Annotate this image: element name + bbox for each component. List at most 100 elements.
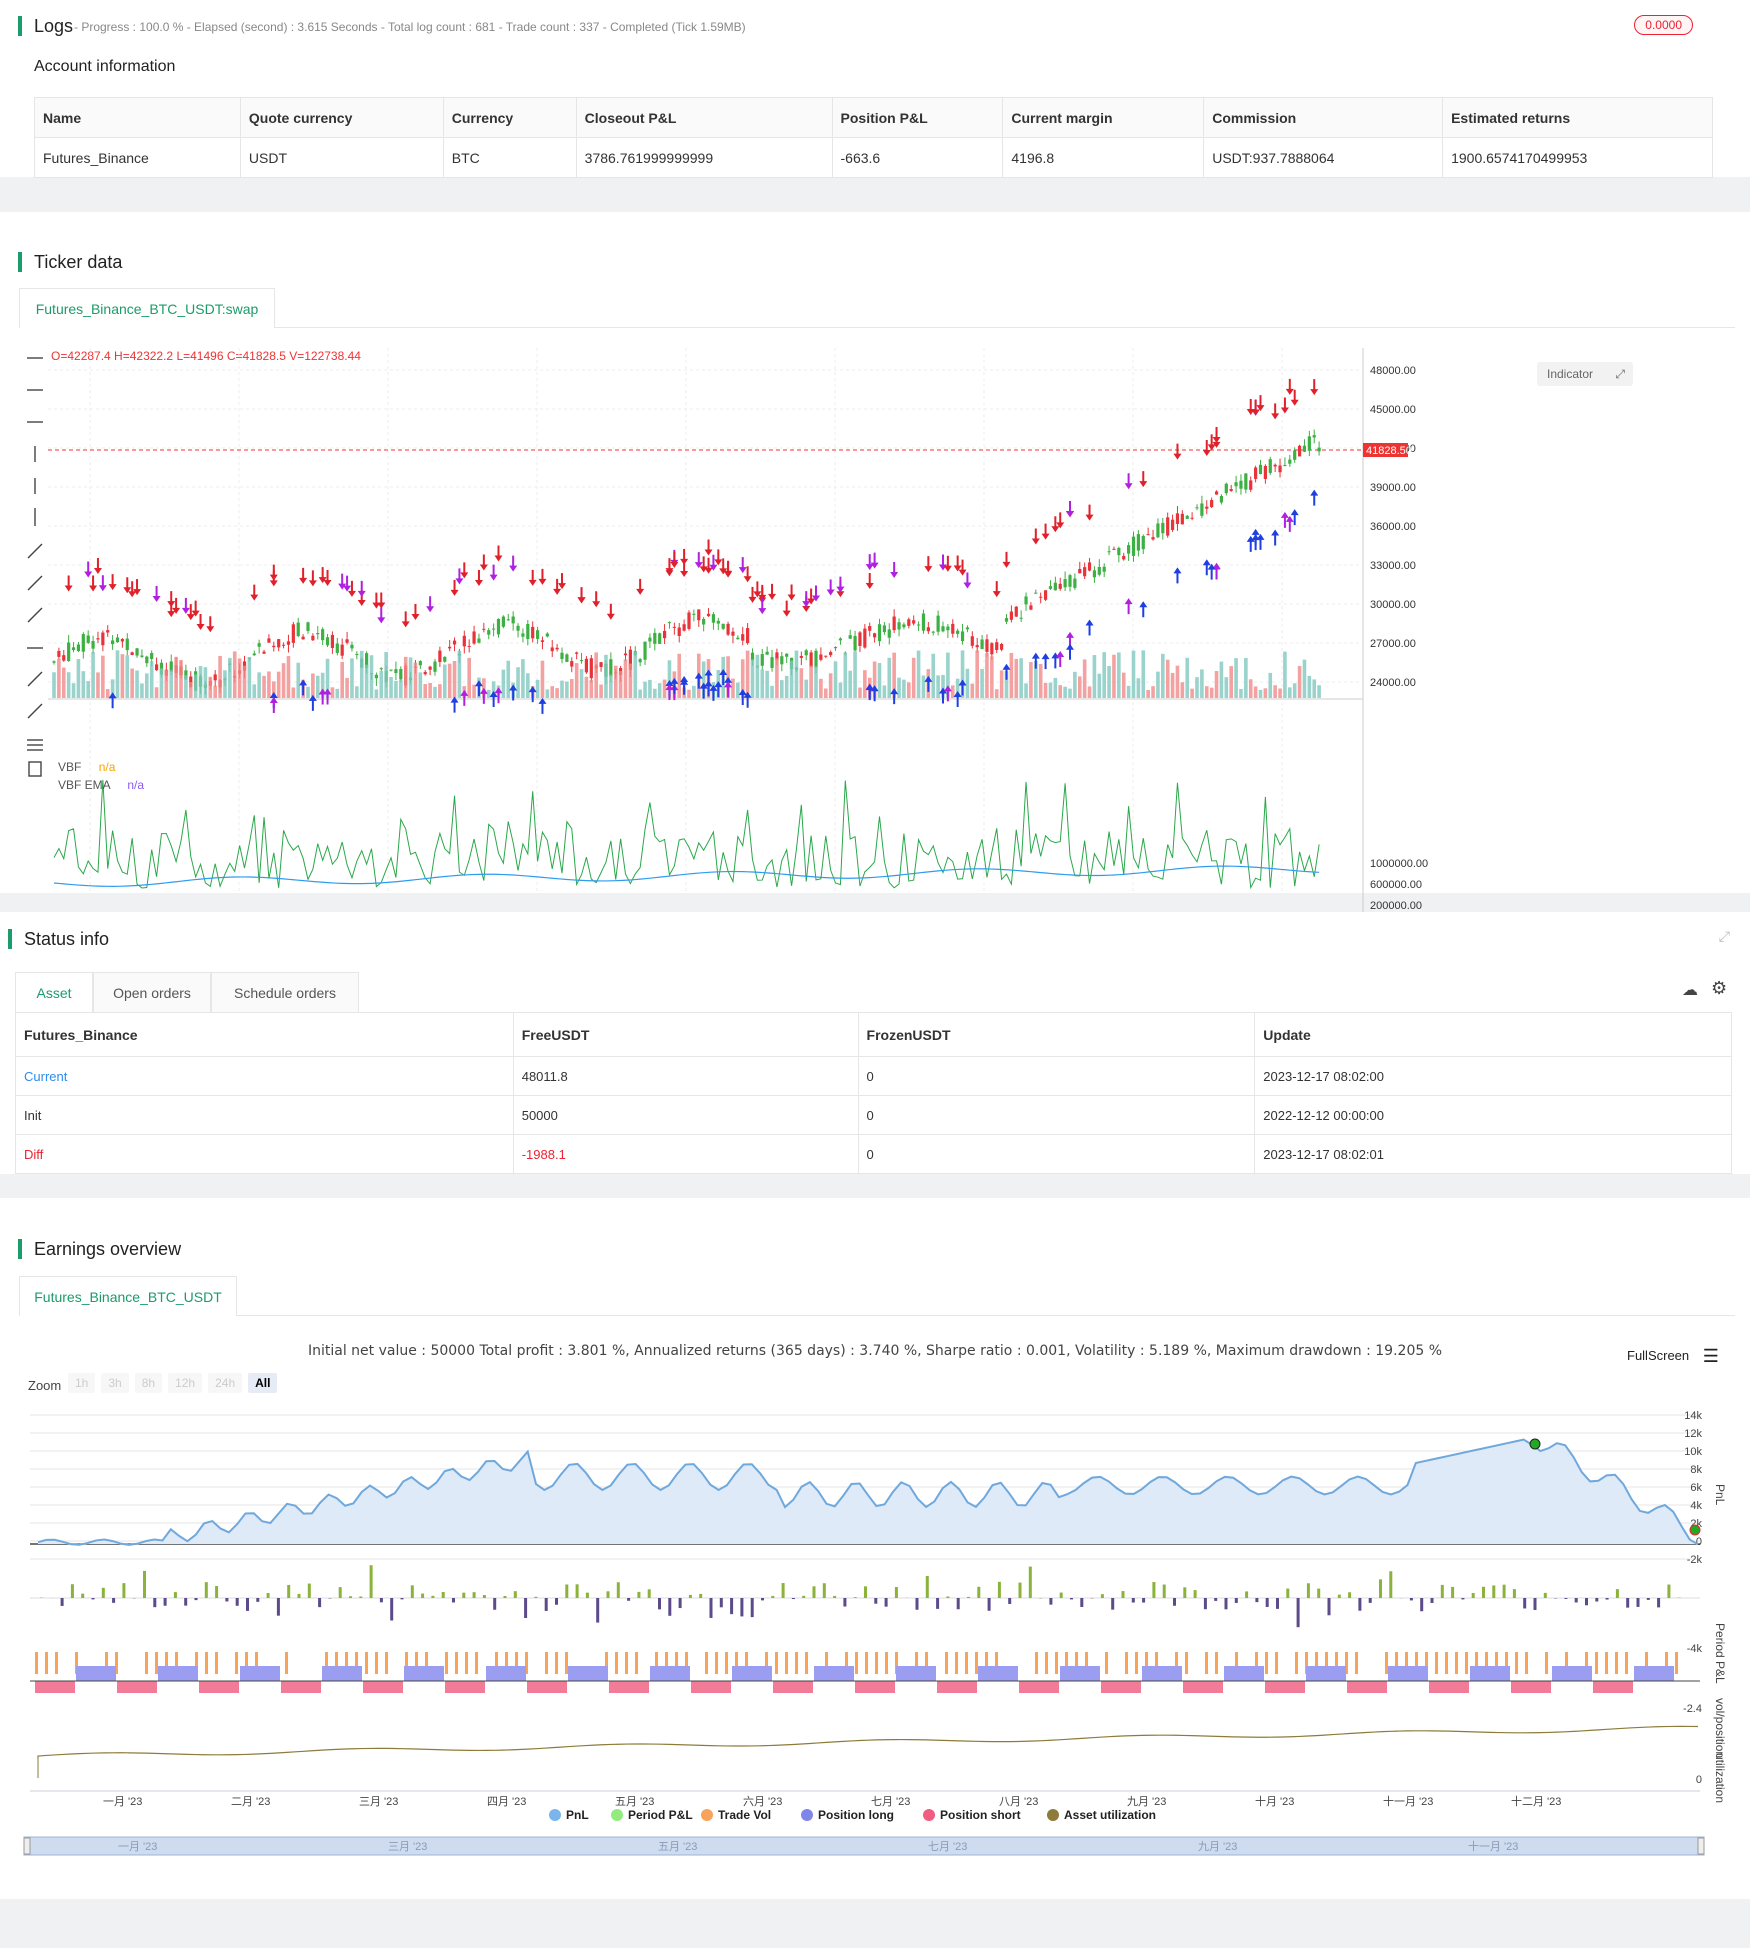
asset-header-cell: FreeUSDT [513,1013,858,1057]
max-marker [1530,1439,1540,1449]
current-price-label: 41828.50 [1366,445,1412,457]
legend-marker [611,1809,623,1821]
month-label: 五月 '23 [615,1796,654,1808]
end-marker [1690,1525,1700,1535]
account-cell: Futures_Binance [35,138,241,178]
navigator-range [24,1837,1704,1855]
account-header-cell: Estimated returns [1443,98,1713,138]
earnings-chart[interactable]: 14k12k10k8k6k4k2k0-2k-4k-2.40PnLPeriod P… [0,1408,1750,1948]
month-label: 八月 '23 [999,1796,1038,1808]
pnl-tick: 10k [1684,1446,1702,1458]
cloud-download-icon[interactable]: ☁ [1682,980,1698,1000]
navigator-handle-right [1698,1838,1704,1854]
legend-marker [549,1809,561,1821]
earnings-section: Earnings overview Futures_Binance_BTC_US… [0,1198,1750,1899]
month-label: 十二月 '23 [1511,1794,1561,1808]
pnl-tick: 0 [1696,1536,1702,1548]
zoom-button-24h[interactable]: 24h [208,1373,242,1393]
month-label: 一月 '23 [103,1796,142,1808]
candlestick-chart[interactable]: 48000.0045000.0042000.0039000.0036000.00… [48,348,1748,948]
asset-cell: Init [16,1096,514,1135]
tab-asset[interactable]: Asset [15,972,93,1012]
account-title: Account information [34,58,175,76]
vbf-legend: VBF n/a VBF EMA n/a [58,758,144,794]
vbf-ema-label: VBF EMA [58,778,110,792]
zoom-buttons: 1h 3h 8h 12h 24h All [68,1373,283,1393]
utilization-line [38,1726,1698,1758]
asset-header-cell: Update [1255,1013,1732,1057]
legend-label: Position long [818,1808,894,1822]
vbf-ema-line [54,866,1319,886]
account-cell: 3786.761999999999 [576,138,832,178]
account-cell: 1900.6574170499953 [1443,138,1713,178]
month-label: 九月 '23 [1127,1795,1166,1808]
tab-earnings-symbol[interactable]: Futures_Binance_BTC_USDT [19,1276,237,1316]
account-table: NameQuote currencyCurrencyCloseout P&LPo… [34,97,1713,178]
vbf-label: VBF [58,760,81,774]
pnl-tick: 14k [1684,1410,1702,1422]
axis-label: vol/position [1713,1698,1727,1758]
vol-tick: -2.4 [1683,1703,1702,1715]
price-tick: 24000.00 [1370,677,1416,689]
navigator-month: 七月 '23 [928,1840,967,1853]
month-label: 四月 '23 [487,1796,526,1808]
tab-open-orders[interactable]: Open orders [93,972,211,1012]
pnl-tick: 12k [1684,1428,1702,1440]
asset-cell: Current [16,1057,514,1096]
vbf-line [54,780,1319,888]
logs-title: Logs [18,16,73,36]
legend-label: Trade Vol [718,1808,771,1822]
drawing-tool-icons[interactable] [24,348,46,778]
pnl-tick: 6k [1690,1482,1702,1494]
tab-ticker-symbol[interactable]: Futures_Binance_BTC_USDT:swap [19,288,275,328]
navigator-month: 三月 '23 [388,1841,427,1853]
account-header-cell: Current margin [1003,98,1204,138]
price-tick: 30000.00 [1370,599,1416,611]
asset-cell: 50000 [513,1096,858,1135]
fullscreen-icon[interactable]: ⤢ [1719,928,1730,945]
account-header-cell: Name [35,98,241,138]
pnl-tick: -2k [1687,1554,1703,1566]
fullscreen-button[interactable]: FullScreen ☰ [1627,1346,1719,1367]
month-label: 十一月 '23 [1383,1794,1433,1808]
account-header-cell: Quote currency [240,98,443,138]
price-tick: 36000.00 [1370,521,1416,533]
month-label: 七月 '23 [871,1795,910,1808]
price-tick: 27000.00 [1370,638,1416,650]
asset-cell: 2023-12-17 08:02:00 [1255,1057,1732,1096]
account-header-cell: Closeout P&L [576,98,832,138]
navigator-month: 一月 '23 [118,1841,157,1853]
vbf-tick: 1000000.00 [1370,858,1428,870]
navigator-month: 九月 '23 [1198,1840,1237,1853]
period-tick: -4k [1687,1643,1703,1655]
axis-label: PnL [1713,1484,1727,1506]
legend-marker [801,1809,813,1821]
asset-cell: 0 [858,1057,1255,1096]
status-section: Status info ⤢ Asset Open orders Schedule… [0,912,1750,1174]
drawing-toolbar [24,348,46,783]
pnl-tick: 8k [1690,1464,1702,1476]
month-label: 六月 '23 [743,1795,782,1808]
zoom-button-1h[interactable]: 1h [68,1373,95,1393]
asset-cell: -1988.1 [513,1135,858,1174]
legend-marker [701,1809,713,1821]
pnl-tick: 4k [1690,1500,1702,1512]
zoom-button-3h[interactable]: 3h [101,1373,128,1393]
navigator-month: 十一月 '23 [1468,1839,1518,1853]
price-tick: 33000.00 [1370,560,1416,572]
status-title: Status info [8,929,109,949]
account-cell: -663.6 [832,138,1003,178]
earnings-title: Earnings overview [18,1239,181,1259]
earnings-summary: Initial net value : 50000 Total profit :… [0,1343,1750,1359]
vbf-tick: 200000.00 [1370,900,1422,912]
menu-icon[interactable]: ☰ [1703,1346,1719,1366]
legend-label: Period P&L [628,1808,693,1822]
util-tick: 0 [1696,1774,1702,1786]
gear-icon[interactable]: ⚙ [1711,978,1727,999]
zoom-button-12h[interactable]: 12h [168,1373,202,1393]
zoom-button-All[interactable]: All [248,1373,277,1393]
zoom-button-8h[interactable]: 8h [135,1373,162,1393]
tab-schedule-orders[interactable]: Schedule orders [211,972,359,1012]
logs-progress: - Progress : 100.0 % - Elapsed (second) … [74,20,746,34]
legend-label: Asset utilization [1064,1808,1156,1822]
